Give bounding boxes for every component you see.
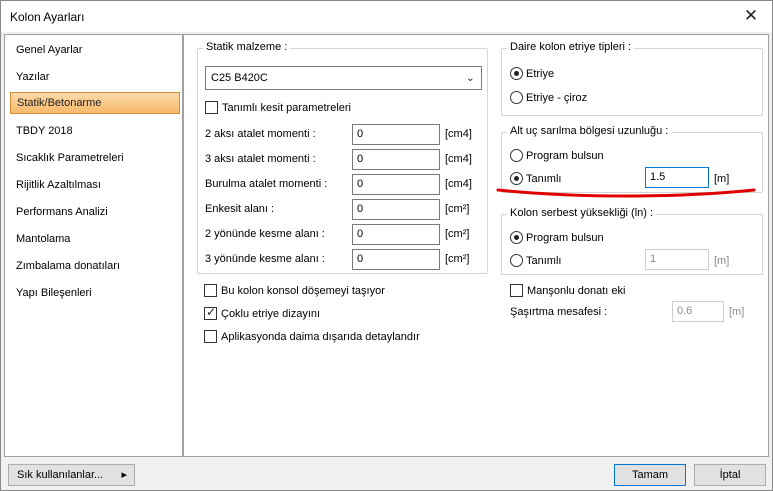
- shear-area-3-unit: [cm²]: [445, 253, 470, 265]
- window-title: Kolon Ayarları: [10, 10, 85, 24]
- section-area-label: Enkesit alanı :: [205, 203, 275, 215]
- shear-area-2-field[interactable]: 0: [352, 224, 440, 245]
- stirrup-option-etriye-ciroz-label: Etriye - çiroz: [526, 92, 588, 104]
- shear-area-2-label: 2 yönünde kesme alanı :: [205, 228, 325, 240]
- red-annotation-underline: [496, 188, 756, 198]
- free-height-defined-radio[interactable]: Tanımlı: [510, 254, 561, 267]
- console-slab-label: Bu kolon konsol döşemeyi taşıyor: [221, 285, 385, 297]
- custom-section-checkbox[interactable]: Tanımlı kesit parametreleri: [205, 101, 351, 114]
- free-height-length-field[interactable]: 1: [645, 249, 709, 270]
- radio-dot: [510, 231, 523, 244]
- kolon-ayarlari-dialog: Kolon Ayarları ✕ Genel Ayarlar Yazılar S…: [0, 0, 773, 491]
- material-value: C25 B420C: [211, 72, 268, 84]
- sidebar-item-genel-ayarlar[interactable]: Genel Ayarlar: [10, 39, 180, 61]
- stirrup-types-title: Daire kolon etriye tipleri :: [507, 41, 635, 53]
- sleeve-splice-label: Manşonlu donatı eki: [527, 285, 626, 297]
- close-icon[interactable]: ✕: [734, 4, 768, 28]
- stirrup-option-etriye-ciroz[interactable]: Etriye - çiroz: [510, 91, 587, 104]
- stagger-distance-unit: [m]: [729, 306, 745, 318]
- outside-detail-label: Aplikasyonda daima dışarıda detaylandır: [221, 331, 420, 343]
- sidebar-item-mantolama[interactable]: Mantolama: [10, 228, 180, 250]
- sidebar-item-yazilar[interactable]: Yazılar: [10, 66, 180, 88]
- checkbox-box: [510, 284, 523, 297]
- free-height-defined-label: Tanımlı: [526, 255, 562, 267]
- favorites-label: Sık kullanılanlar...: [17, 469, 104, 481]
- shear-area-3-label: 3 yönünde kesme alanı :: [205, 253, 325, 265]
- sidebar-item-yapi-bilesenleri[interactable]: Yapı Bileşenleri: [10, 282, 180, 304]
- checkbox-box: [204, 284, 217, 297]
- radio-dot: [510, 67, 523, 80]
- free-height-title: Kolon serbest yüksekliği (ln) :: [507, 207, 657, 219]
- bottom-confinement-auto-label: Program bulsun: [526, 150, 604, 162]
- torsion-inertia-label: Burulma atalet momenti :: [205, 178, 328, 190]
- material-select[interactable]: C25 B420C ⌄: [205, 66, 482, 90]
- outside-detail-checkbox[interactable]: Aplikasyonda daima dışarıda detaylandır: [204, 330, 420, 343]
- inertia-2-label: 2 aksı atalet momenti :: [205, 128, 316, 140]
- favorites-button[interactable]: Sık kullanılanlar... ▸: [8, 464, 135, 486]
- multi-stirrup-checkbox[interactable]: ✓ Çoklu etriye dizayını: [204, 305, 321, 320]
- settings-category-list: Genel Ayarlar Yazılar Statik/Betonarme T…: [4, 34, 183, 457]
- bottom-confinement-title: Alt uç sarılma bölgesi uzunluğu :: [507, 125, 672, 137]
- stirrup-option-etriye-label: Etriye: [526, 68, 555, 80]
- inertia-3-unit: [cm4]: [445, 153, 472, 165]
- cancel-button[interactable]: İptal: [694, 464, 766, 486]
- torsion-inertia-field[interactable]: 0: [352, 174, 440, 195]
- checkbox-box: [204, 330, 217, 343]
- statik-betonarme-panel: Statik malzeme : C25 B420C ⌄ Tanımlı kes…: [183, 34, 769, 457]
- section-area-unit: [cm²]: [445, 203, 470, 215]
- checkmark-icon: ✓: [206, 305, 217, 319]
- stirrup-types-group: Daire kolon etriye tipleri : Etriye Etri…: [501, 41, 763, 116]
- ok-button[interactable]: Tamam: [614, 464, 686, 486]
- stagger-distance-label: Şaşırtma mesafesi :: [510, 306, 608, 318]
- free-height-group: Kolon serbest yüksekliği (ln) : Program …: [501, 207, 763, 275]
- console-slab-checkbox[interactable]: Bu kolon konsol döşemeyi taşıyor: [204, 284, 385, 297]
- shear-area-3-field[interactable]: 0: [352, 249, 440, 270]
- inertia-2-field[interactable]: 0: [352, 124, 440, 145]
- inertia-3-label: 3 aksı atalet momenti :: [205, 153, 316, 165]
- sidebar-item-statik-betonarme[interactable]: Statik/Betonarme: [10, 92, 180, 114]
- sidebar-item-tbdy-2018[interactable]: TBDY 2018: [10, 120, 180, 142]
- radio-dot: [510, 149, 523, 162]
- radio-dot: [510, 254, 523, 267]
- inertia-3-field[interactable]: 0: [352, 149, 440, 170]
- radio-dot: [510, 91, 523, 104]
- chevron-down-icon: ⌄: [465, 72, 475, 84]
- free-height-auto-radio[interactable]: Program bulsun: [510, 231, 604, 244]
- sidebar-item-rijitlik-azaltilmasi[interactable]: Rijitlik Azaltılması: [10, 174, 180, 196]
- inertia-2-unit: [cm4]: [445, 128, 472, 140]
- stagger-distance-field[interactable]: 0.6: [672, 301, 724, 322]
- free-height-auto-label: Program bulsun: [526, 232, 604, 244]
- sidebar-item-sicaklik-parametreleri[interactable]: Sıcaklık Parametreleri: [10, 147, 180, 169]
- shear-area-2-unit: [cm²]: [445, 228, 470, 240]
- custom-section-label: Tanımlı kesit parametreleri: [222, 102, 351, 114]
- sidebar-item-zimbalama-donatilari[interactable]: Zımbalama donatıları: [10, 255, 180, 277]
- torsion-inertia-unit: [cm4]: [445, 178, 472, 190]
- chevron-right-icon: ▸: [121, 469, 127, 481]
- static-material-group: Statik malzeme : C25 B420C ⌄ Tanımlı kes…: [197, 41, 488, 274]
- sidebar-item-performans-analizi[interactable]: Performans Analizi: [10, 201, 180, 223]
- free-height-unit: [m]: [714, 255, 730, 267]
- section-area-field[interactable]: 0: [352, 199, 440, 220]
- stirrup-option-etriye[interactable]: Etriye: [510, 67, 554, 80]
- sleeve-splice-checkbox[interactable]: Manşonlu donatı eki: [510, 284, 625, 297]
- static-material-title: Statik malzeme :: [203, 41, 291, 53]
- checkbox-box: ✓: [204, 305, 217, 320]
- bottom-confinement-auto-radio[interactable]: Program bulsun: [510, 149, 604, 162]
- title-bar: Kolon Ayarları ✕: [1, 1, 772, 32]
- multi-stirrup-label: Çoklu etriye dizayını: [221, 308, 321, 320]
- checkbox-box: [205, 101, 218, 114]
